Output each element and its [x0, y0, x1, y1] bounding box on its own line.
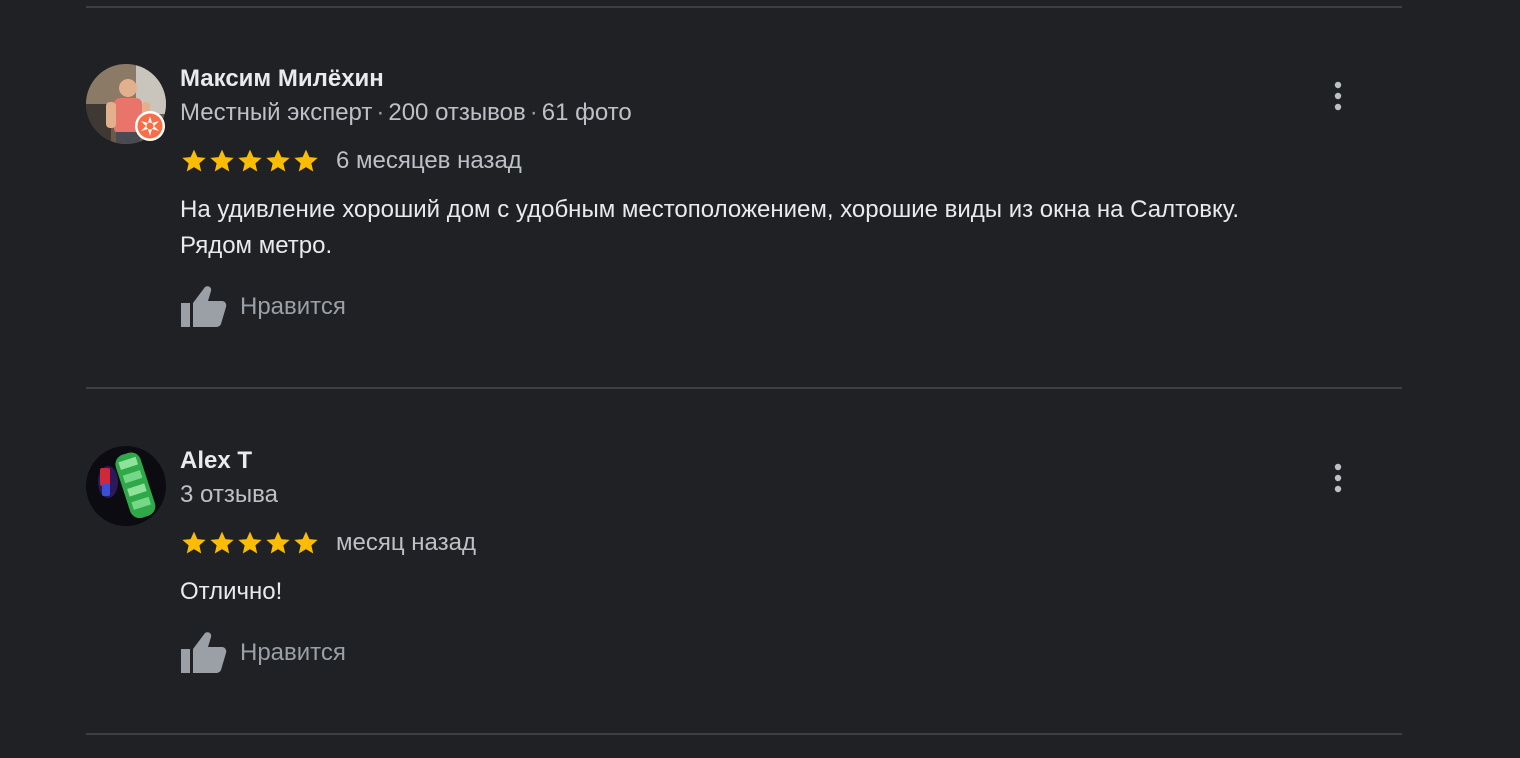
review-menu-button[interactable] [1322, 76, 1354, 116]
review-text: Отлично! [180, 574, 1360, 610]
author-name[interactable]: Максим Милёхин [180, 64, 384, 94]
thumb-up-icon [181, 632, 227, 673]
star-rating [180, 147, 320, 175]
star-icon [210, 149, 234, 172]
divider [86, 733, 1402, 735]
guide-level: Местный эксперт [180, 99, 373, 126]
review-card: Alex T 3 отзыва месяц назад Отлично! Нра… [86, 446, 1402, 706]
star-icon [238, 531, 262, 554]
divider [86, 387, 1402, 389]
star-rating [180, 529, 320, 557]
divider [86, 6, 1402, 8]
rating-row: месяц назад [180, 528, 476, 558]
reviews-list: Максим Милёхин Местный эксперт · 200 отзыв… [0, 0, 1520, 758]
review-count: 3 отзыва [180, 481, 278, 508]
meta-separator: · [529, 99, 538, 126]
avatar-photo [86, 446, 166, 526]
review-text: На удивление хороший дом с удобным место… [180, 192, 1360, 264]
review-count: 200 отзывов [388, 99, 526, 126]
review-time: месяц назад [336, 529, 476, 556]
more-vert-icon [1334, 81, 1342, 111]
local-guide-badge-icon [134, 110, 166, 142]
meta-separator: · [376, 99, 385, 126]
review-text-line: На удивление хороший дом с удобным место… [180, 196, 1239, 223]
review-text-line: Отлично! [180, 578, 283, 605]
review-card: Максим Милёхин Местный эксперт · 200 отзыв… [86, 64, 1402, 364]
thumb-up-icon [181, 286, 227, 327]
review-time: 6 месяцев назад [336, 147, 522, 174]
more-vert-icon [1334, 463, 1342, 493]
like-button[interactable]: Нравится [180, 631, 346, 675]
like-label: Нравится [240, 293, 346, 320]
star-icon [294, 531, 318, 554]
review-text-line: Рядом метро. [180, 232, 333, 259]
star-icon [182, 531, 206, 554]
star-icon [238, 149, 262, 172]
review-menu-button[interactable] [1322, 458, 1354, 498]
star-icon [182, 149, 206, 172]
photo-count: 61 фото [541, 99, 632, 126]
star-icon [266, 531, 290, 554]
star-icon [266, 149, 290, 172]
avatar[interactable] [86, 446, 166, 526]
author-meta: Местный эксперт · 200 отзывов · 61 фото [180, 98, 632, 128]
author-name[interactable]: Alex T [180, 446, 252, 476]
star-icon [210, 531, 234, 554]
star-icon [294, 149, 318, 172]
rating-row: 6 месяцев назад [180, 146, 522, 176]
author-meta: 3 отзыва [180, 480, 278, 510]
like-button[interactable]: Нравится [180, 285, 346, 329]
like-label: Нравится [240, 639, 346, 666]
